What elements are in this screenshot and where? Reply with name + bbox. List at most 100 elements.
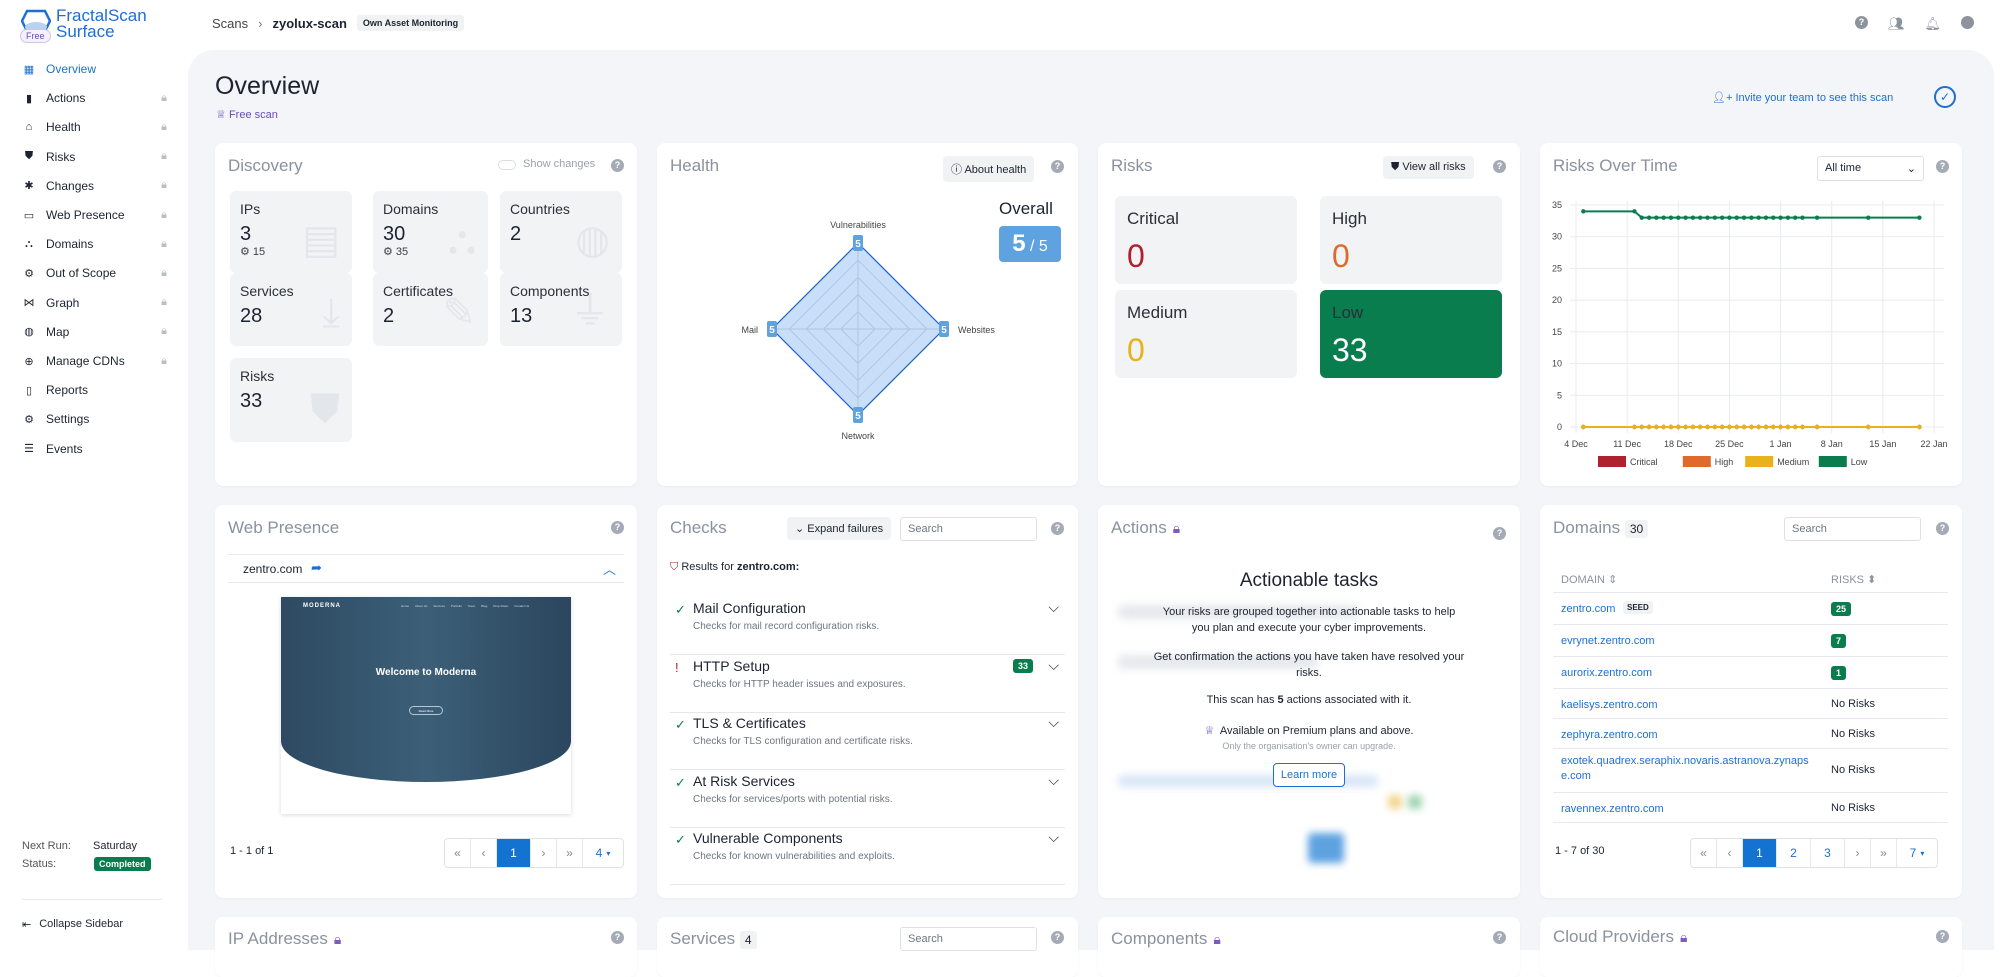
- help-icon[interactable]: ?: [611, 159, 624, 172]
- domain-link[interactable]: ravennex.zentro.com: [1561, 802, 1816, 817]
- chevron-down-icon[interactable]: ⌵: [1048, 714, 1059, 731]
- risk-count-badge[interactable]: 25: [1831, 602, 1852, 616]
- data-point-low: [1785, 215, 1791, 220]
- data-point-medium: [1698, 424, 1703, 430]
- sidebar-item-reports[interactable]: ▯ Reports: [22, 379, 167, 401]
- page-button[interactable]: «: [445, 839, 471, 867]
- website-screenshot[interactable]: MODERNA Home About Us Services Portfolio Tea…: [281, 597, 571, 814]
- check-item[interactable]: ✓ Vulnerable Components Checks for known v…: [670, 827, 1065, 885]
- help-icon[interactable]: ?: [1493, 931, 1506, 944]
- page-button[interactable]: «: [1691, 839, 1717, 867]
- sidebar-item-web-presence[interactable]: ▭ Web Presence 🔒︎: [22, 204, 167, 226]
- team-icon[interactable]: 👥︎: [1888, 16, 1905, 32]
- help-icon[interactable]: ?: [611, 931, 624, 944]
- share-arrow-icon[interactable]: ➦: [311, 560, 322, 576]
- sidebar-item-health[interactable]: ⌂ Health 🔒︎: [22, 116, 167, 138]
- discovery-tile-certificates[interactable]: ✎ Certificates 2: [373, 273, 488, 346]
- sidebar-item-actions[interactable]: ▮ Actions 🔒︎: [22, 87, 167, 109]
- page-button[interactable]: ›: [531, 839, 557, 867]
- breadcrumb-scans[interactable]: Scans: [212, 16, 248, 31]
- discovery-tile-ips[interactable]: ▤ IPs 3 ⚙ 15: [230, 191, 352, 273]
- chevron-down-icon[interactable]: ⌵: [1048, 599, 1059, 616]
- risk-tile-critical[interactable]: Critical 0: [1115, 196, 1297, 284]
- sidebar-item-domains[interactable]: ⛬ Domains 🔒︎: [22, 233, 167, 255]
- page-button[interactable]: »: [1871, 839, 1897, 867]
- domain-link[interactable]: aurorix.zentro.com: [1561, 666, 1816, 681]
- learn-more-button[interactable]: Learn more: [1272, 763, 1346, 787]
- sidebar-item-graph[interactable]: ⋈ Graph 🔒︎: [22, 292, 168, 314]
- sidebar-item-manage-cdns[interactable]: ⊕ Manage CDNs 🔒︎: [22, 350, 167, 372]
- sidebar-item-map[interactable]: ◍ Map 🔒︎: [22, 321, 167, 343]
- domains-search-input[interactable]: Search: [1784, 517, 1921, 541]
- tile-sub: ⚙ 15: [240, 246, 266, 258]
- checks-search-input[interactable]: Search: [900, 517, 1037, 541]
- check-item[interactable]: ✓ Mail Configuration Checks for mail recor…: [670, 597, 1065, 655]
- col-domain[interactable]: DOMAIN ⇕: [1561, 573, 1617, 586]
- logo[interactable]: FractalScan Surface Free: [18, 6, 158, 46]
- domain-link[interactable]: kaelisys.zentro.com: [1561, 698, 1816, 713]
- help-icon[interactable]: ?: [1936, 522, 1949, 535]
- help-icon[interactable]: ?: [1936, 930, 1949, 943]
- col-risks[interactable]: RISKS ⬍: [1831, 573, 1876, 586]
- domain-link[interactable]: zentro.com: [1561, 602, 1816, 617]
- page-button[interactable]: ‹: [1717, 839, 1743, 867]
- view-all-risks-button[interactable]: ⛊ View all risks: [1383, 156, 1474, 179]
- page-button[interactable]: 2: [1777, 839, 1811, 867]
- per-page-select[interactable]: 7 ▾: [1897, 839, 1937, 867]
- page-button[interactable]: ›: [1845, 839, 1871, 867]
- checks-card: Checks ⌄ Expand failures Search ? ⛉ Resu…: [657, 505, 1078, 898]
- services-search-input[interactable]: Search: [900, 927, 1037, 951]
- domain-link[interactable]: zephyra.zentro.com: [1561, 728, 1816, 743]
- check-item[interactable]: ✓ At Risk Services Checks for services/por…: [670, 770, 1065, 828]
- check-item[interactable]: ✓ TLS & Certificates Checks for TLS config…: [670, 712, 1065, 770]
- help-icon[interactable]: ?: [1051, 522, 1064, 535]
- risk-tile-medium[interactable]: Medium 0: [1115, 290, 1297, 378]
- show-changes-toggle[interactable]: [498, 160, 516, 170]
- chevron-down-icon[interactable]: ⌵: [1048, 657, 1059, 674]
- sidebar-item-events[interactable]: ☰ Events: [22, 438, 167, 460]
- discovery-tile-services[interactable]: ⤓ Services 28: [230, 273, 352, 346]
- page-button[interactable]: 3: [1811, 839, 1845, 867]
- sidebar-item-label: Settings: [46, 412, 90, 427]
- risk-tile-low[interactable]: Low 33: [1320, 290, 1502, 378]
- page-button[interactable]: »: [557, 839, 583, 867]
- domain-link[interactable]: evrynet.zentro.com: [1561, 634, 1816, 649]
- sidebar-item-label: Domains: [46, 237, 94, 252]
- discovery-tile-components[interactable]: ⏚ Components 13: [500, 273, 622, 346]
- page-button[interactable]: 1: [1743, 839, 1777, 867]
- risk-tile-high[interactable]: High 0: [1320, 196, 1502, 284]
- risk-count-badge[interactable]: 1: [1831, 666, 1847, 680]
- sidebar-item-overview[interactable]: ▦ Overview: [22, 58, 167, 80]
- help-icon[interactable]: ?: [1493, 160, 1506, 173]
- help-icon[interactable]: ?: [1493, 527, 1506, 540]
- page-button[interactable]: ‹: [471, 839, 497, 867]
- check-item[interactable]: ! HTTP Setup Checks for HTTP header issues…: [670, 655, 1065, 713]
- sidebar-item-changes[interactable]: ✱ Changes 🔒︎: [22, 175, 167, 197]
- bell-icon[interactable]: 🔔︎: [1925, 16, 1942, 32]
- expand-failures-button[interactable]: ⌄ Expand failures: [787, 517, 892, 540]
- invite-team-link[interactable]: 👤︎+ Invite your team to see this scan: [1712, 91, 1893, 104]
- discovery-tile-risks[interactable]: ⛊ Risks 33: [230, 358, 352, 442]
- user-icon[interactable]: [1961, 16, 1975, 29]
- check-circle-icon[interactable]: ✓: [1934, 86, 1956, 108]
- page-button[interactable]: 1: [497, 839, 531, 867]
- y-tick-label: 15: [1552, 327, 1562, 337]
- help-icon[interactable]: ?: [1051, 931, 1064, 944]
- chevron-down-icon[interactable]: ⌵: [1048, 772, 1059, 789]
- sidebar-item-out-of-scope[interactable]: ⚙ Out of Scope 🔒︎: [22, 262, 167, 284]
- risk-count-badge[interactable]: 7: [1831, 634, 1847, 648]
- chevron-up-icon[interactable]: ︿: [603, 559, 616, 578]
- help-icon[interactable]: ?: [611, 521, 624, 534]
- sidebar-item-label: Actions: [46, 91, 86, 106]
- sidebar-item-settings[interactable]: ⚙ Settings: [22, 408, 167, 430]
- sidebar-item-risks[interactable]: ⛊ Risks 🔒︎: [22, 146, 167, 168]
- per-page-select[interactable]: 4 ▾: [583, 839, 623, 867]
- domain-link[interactable]: exotek.quadrex.seraphix.novaris.astranov…: [1561, 754, 1816, 784]
- collapse-sidebar-button[interactable]: ⇤ Collapse Sidebar: [22, 918, 123, 931]
- help-icon[interactable]: ?: [1855, 16, 1868, 29]
- chevron-down-icon[interactable]: ⌵: [1048, 829, 1059, 846]
- invite-text: Invite your team to see this scan: [1735, 92, 1894, 104]
- discovery-tile-domains[interactable]: ⛬ Domains 30 ⚙ 35: [373, 191, 488, 273]
- discovery-tile-countries[interactable]: ◍ Countries 2: [500, 191, 622, 273]
- web-presence-row[interactable]: zentro.com ➦ ︿: [228, 554, 624, 583]
